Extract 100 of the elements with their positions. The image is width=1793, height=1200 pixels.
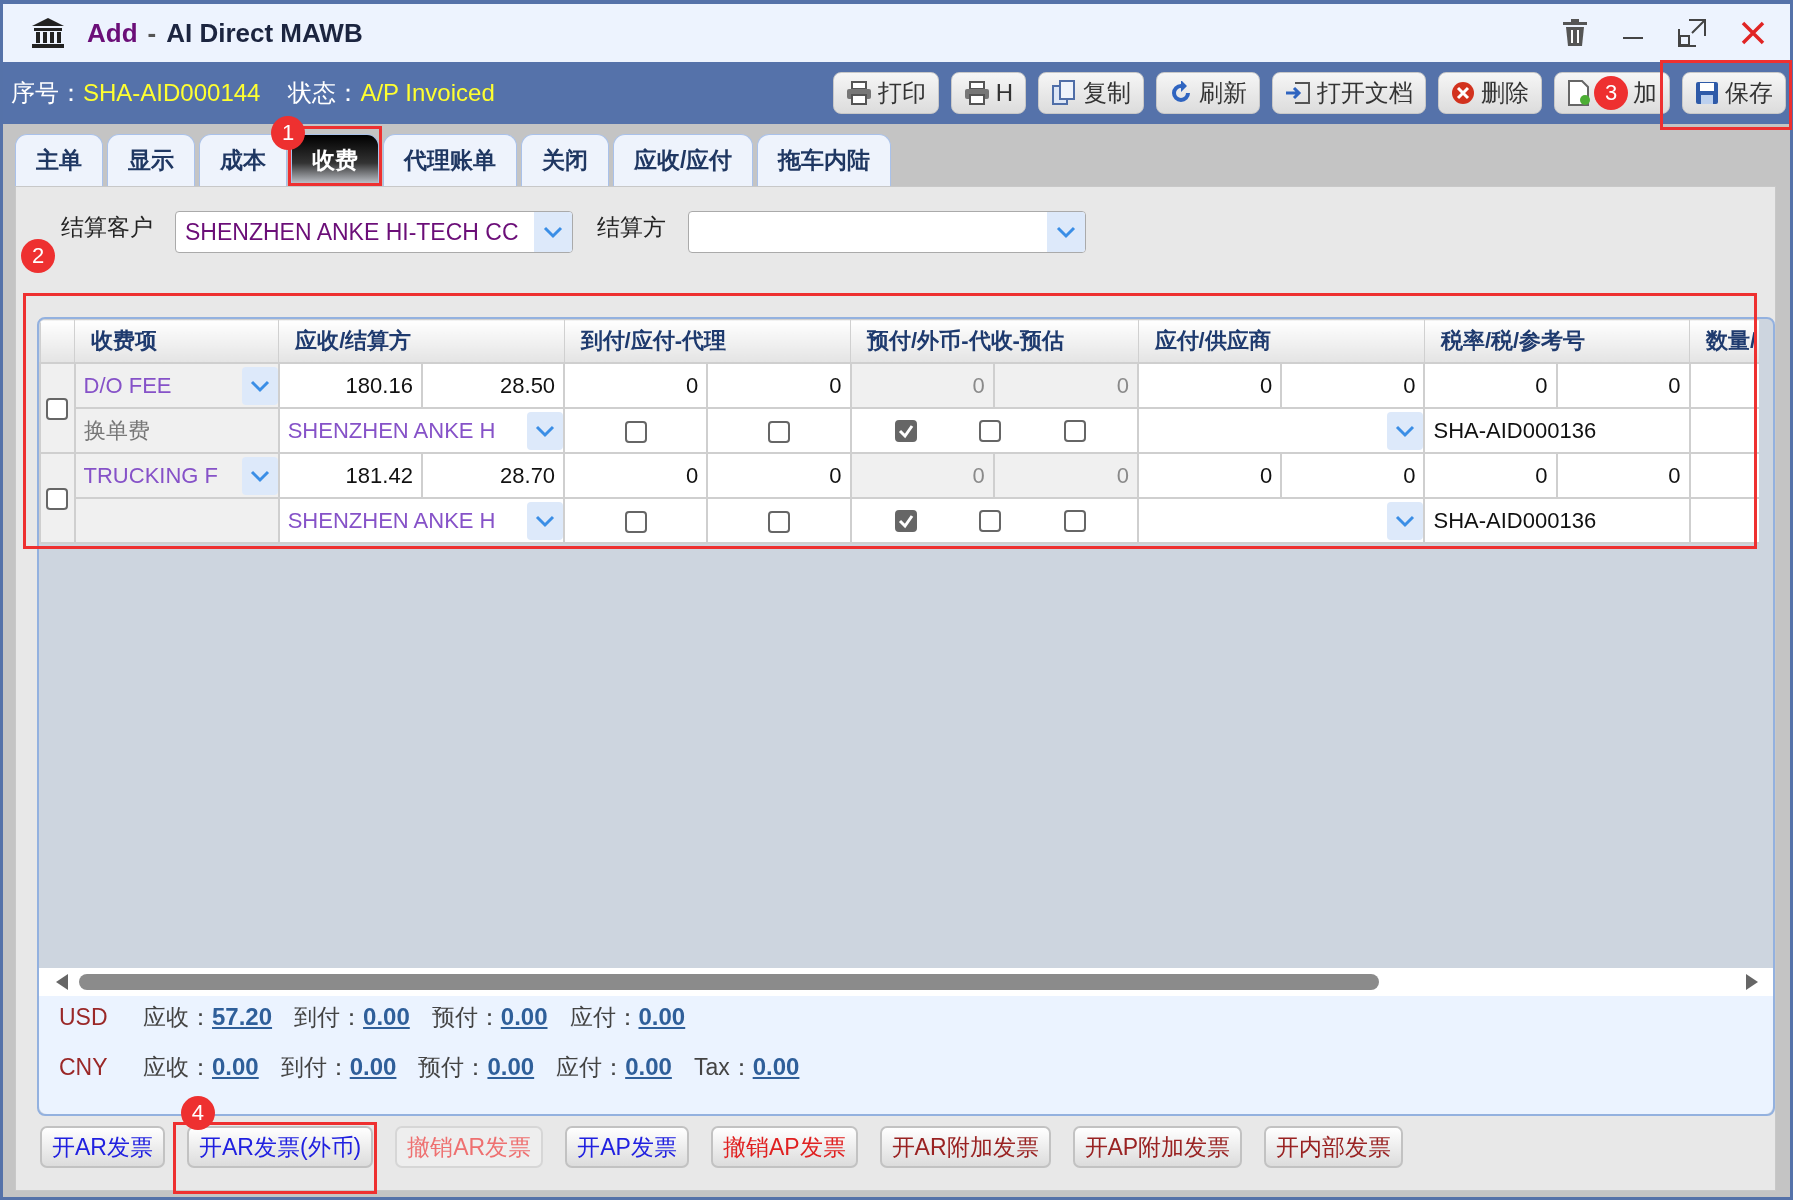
total-link[interactable]: 0.00 (363, 1003, 410, 1031)
total-link[interactable]: 0.00 (625, 1053, 672, 1081)
field-value: A/P Invoiced (360, 79, 495, 107)
checkbox[interactable] (624, 420, 647, 443)
currency-label: CNY (59, 1054, 109, 1081)
table-cell: 28.70 (421, 453, 565, 498)
field-label: 序号： (11, 78, 83, 108)
tab[interactable]: 代理账单 (383, 134, 517, 186)
total-link[interactable]: 0.00 (638, 1003, 686, 1031)
invoice-button[interactable]: 开AR发票(外币) (186, 1126, 374, 1168)
dropdown-field[interactable]: SHENZHEN ANKE HI-TECH CC (175, 211, 573, 253)
column-header: 应收/结算方 (278, 319, 565, 363)
checkbox[interactable] (46, 488, 69, 511)
checkbox[interactable] (1063, 509, 1086, 532)
invoice-button[interactable]: 撤销AP发票 (710, 1126, 858, 1168)
dropdown-field[interactable]: D/O FEE (74, 363, 279, 408)
checkbox[interactable] (767, 420, 790, 443)
total-link[interactable]: 0.00 (349, 1053, 397, 1081)
invoice-button[interactable]: 开内部发票 (1264, 1126, 1404, 1168)
tab[interactable]: 关闭 (521, 134, 609, 186)
table-cell: 0 (707, 453, 851, 498)
scroll-left-icon[interactable] (55, 973, 69, 991)
toolbar-button[interactable]: 打印 (832, 72, 939, 114)
chevron-down-icon (1055, 225, 1077, 239)
toolbar-button[interactable]: 删除 (1438, 72, 1542, 114)
field-label: 状态： (288, 78, 361, 108)
dropdown-field[interactable]: SHENZHEN ANKE H (278, 408, 565, 453)
dropdown-field[interactable]: SHENZHEN ANKE H (278, 498, 565, 543)
checkbox[interactable] (46, 398, 69, 421)
total-link[interactable]: 57.20 (212, 1003, 273, 1031)
window-title: AI Direct MAWB (166, 17, 363, 49)
table-cell: 28.50 (421, 363, 565, 408)
table-cell: 0 (564, 453, 708, 498)
toolbar-button[interactable]: 打开文档 (1272, 72, 1426, 114)
dropdown-field[interactable] (1138, 408, 1425, 453)
column-header: 税率/税/参考号 (1424, 319, 1690, 363)
add-document-icon (1567, 80, 1591, 106)
table-cell: 0 (993, 453, 1139, 498)
title-separator: - (147, 17, 157, 49)
total-label: 应收： (143, 1053, 212, 1082)
tab[interactable]: 应收/应付 (613, 134, 754, 186)
table-cell: 0 (1424, 453, 1557, 498)
invoice-button[interactable]: 开AP发票 (565, 1126, 689, 1168)
checkbox[interactable] (894, 509, 917, 532)
checkbox[interactable] (767, 510, 790, 533)
window-mode: Add (87, 17, 138, 49)
total-link[interactable]: 0.00 (500, 1003, 548, 1031)
dropdown-field[interactable]: TRUCKING F (74, 453, 279, 498)
bank-icon (31, 17, 65, 49)
table-cell: 0 (707, 363, 851, 408)
table-cell: SHA-AID000136 (1424, 498, 1690, 543)
toolbar-button[interactable]: 刷新 (1156, 72, 1260, 114)
checkbox[interactable] (624, 510, 647, 533)
table-cell: 0 (1556, 363, 1690, 408)
field-value: SHA-AID000144 (83, 79, 261, 107)
chevron-down-icon (248, 378, 271, 393)
total-link[interactable]: 0.00 (752, 1053, 800, 1081)
table-cell: 0 (1138, 453, 1282, 498)
checkbox[interactable] (979, 509, 1002, 532)
column-header: 应付/供应商 (1138, 319, 1425, 363)
total-label: Tax： (693, 1053, 753, 1082)
table-cell: 0 (850, 453, 994, 498)
total-link[interactable]: 0.00 (487, 1053, 535, 1081)
save-icon (1695, 81, 1719, 105)
copy-icon (1051, 80, 1077, 106)
toolbar-button[interactable]: H (950, 72, 1026, 114)
checkbox[interactable] (1063, 419, 1086, 442)
total-link[interactable]: 0.00 (212, 1053, 259, 1081)
total-label: 到付： (280, 1053, 350, 1082)
currency-label: USD (59, 1004, 109, 1031)
invoice-button[interactable]: 开AR附加发票 (879, 1126, 1051, 1168)
toolbar-button[interactable]: 保存 (1682, 72, 1786, 114)
total-label: 应付： (556, 1053, 626, 1082)
tab[interactable]: 主单 (15, 134, 103, 186)
horizontal-scrollbar[interactable] (39, 968, 1773, 996)
trash-icon[interactable] (1562, 19, 1588, 47)
scroll-right-icon[interactable] (1745, 973, 1759, 991)
table-cell: 0 (1281, 453, 1425, 498)
dropdown-field[interactable] (688, 211, 1086, 253)
invoice-button[interactable]: 开AR发票 (40, 1126, 165, 1168)
toolbar-button[interactable]: 复制 (1038, 72, 1144, 114)
tab[interactable]: 显示 (107, 134, 195, 186)
invoice-button[interactable]: 开AP附加发票 (1072, 1126, 1243, 1168)
dropdown-field[interactable] (1138, 498, 1425, 543)
table-cell: 0 (993, 363, 1139, 408)
table-cell: 180.16 (278, 363, 422, 408)
tab[interactable]: 拖车内陆 (757, 134, 892, 186)
checkbox[interactable] (979, 419, 1002, 442)
callout-badge: 2 (21, 239, 55, 273)
table-cell: 0 (564, 363, 708, 408)
total-label: 应收： (143, 1003, 212, 1032)
table-cell: 0 (1424, 363, 1557, 408)
close-icon[interactable] (1740, 20, 1766, 46)
sign-in-icon (1285, 81, 1311, 105)
chevron-down-icon (1394, 513, 1417, 528)
scrollbar-thumb[interactable] (79, 974, 1379, 990)
maximize-icon[interactable] (1678, 19, 1706, 47)
checkbox[interactable] (894, 419, 917, 442)
printer-icon (963, 81, 990, 105)
table-cell: 0 (1281, 363, 1425, 408)
